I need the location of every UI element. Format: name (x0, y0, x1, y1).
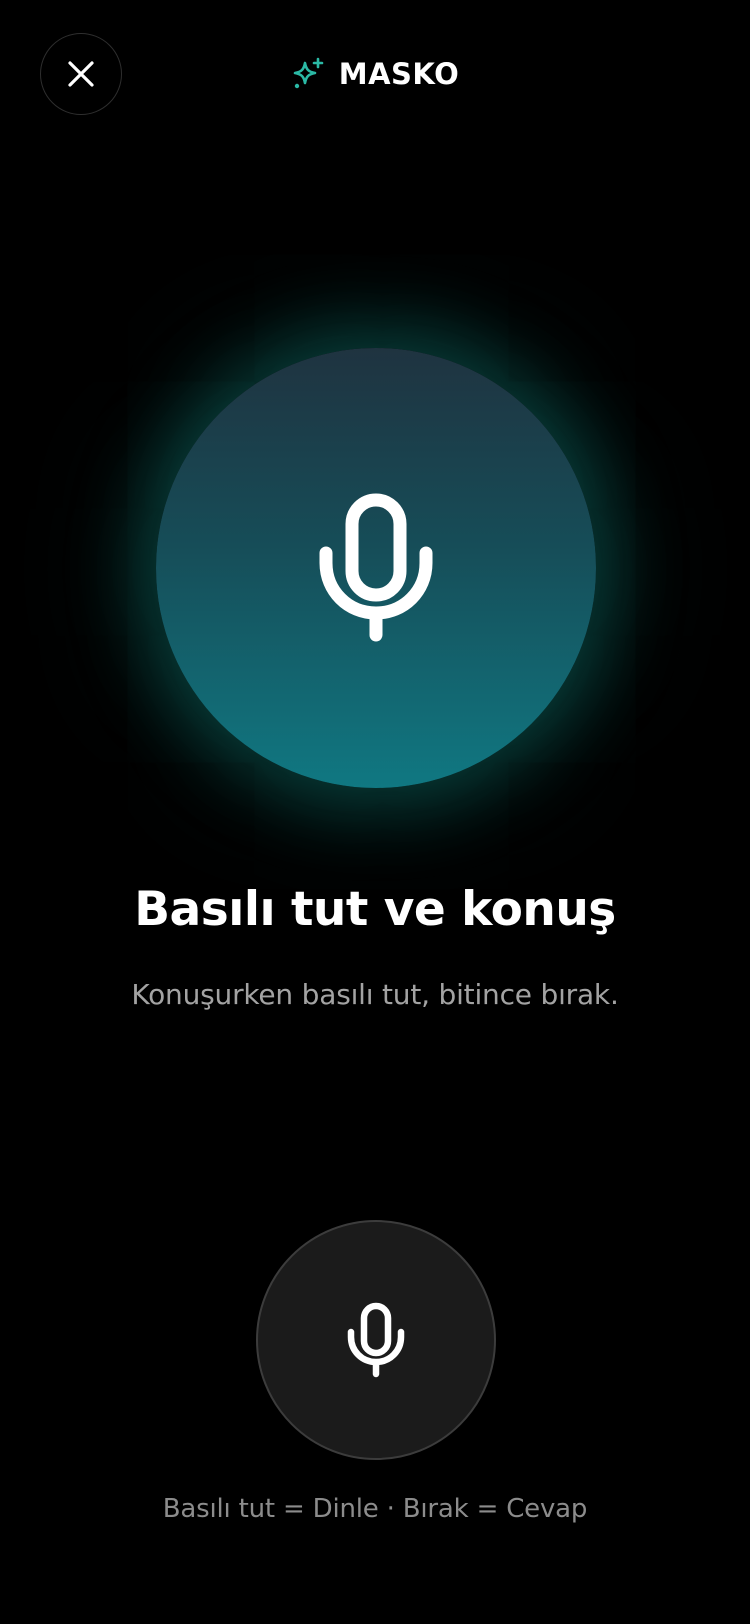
sparkle-icon (293, 57, 324, 89)
page-subtitle: Konuşurken basılı tut, bitince bırak. (131, 978, 619, 1011)
microphone-icon (347, 1302, 405, 1378)
page-title: Basılı tut ve konuş (134, 882, 616, 937)
voice-orb[interactable] (156, 348, 596, 788)
push-to-talk-button[interactable] (256, 1220, 496, 1460)
microphone-icon (319, 493, 433, 642)
brand-name: MASKO (338, 57, 460, 91)
brand-header: MASKO (0, 52, 750, 96)
usage-hint: Basılı tut = Dinle · Bırak = Cevap (162, 1494, 588, 1524)
